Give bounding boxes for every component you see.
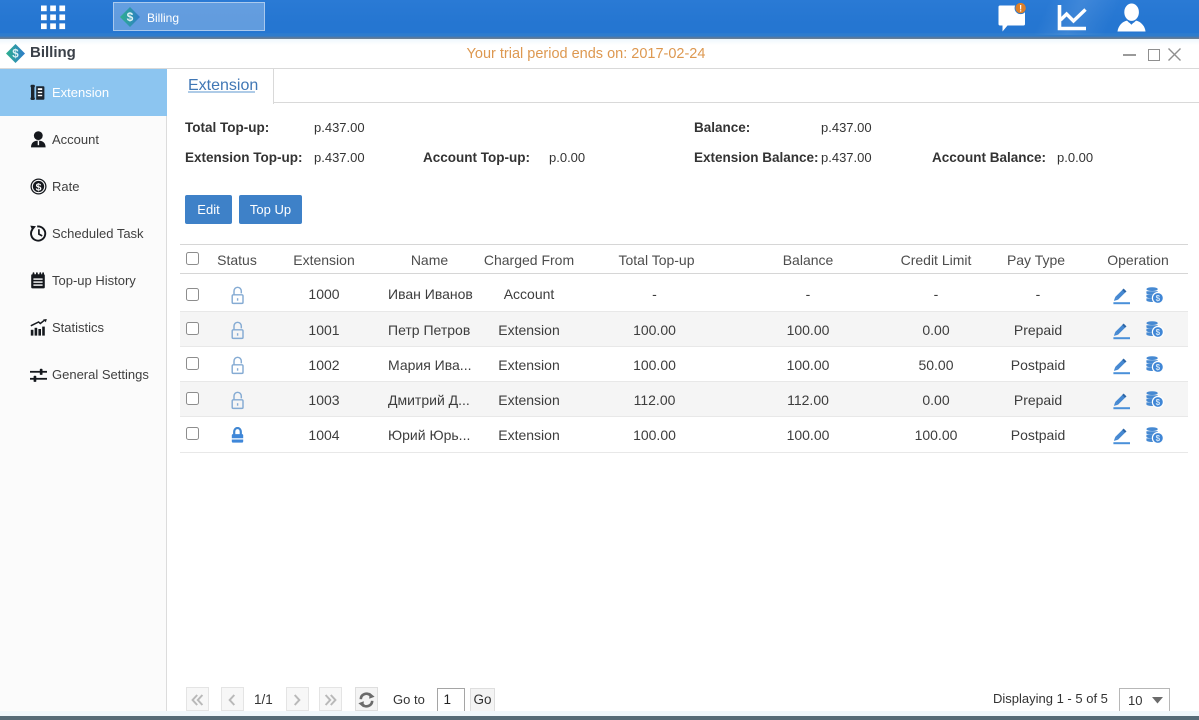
svg-text:$: $ [36, 181, 42, 193]
svg-text:!: ! [1019, 4, 1022, 14]
svg-text:$: $ [127, 10, 134, 24]
